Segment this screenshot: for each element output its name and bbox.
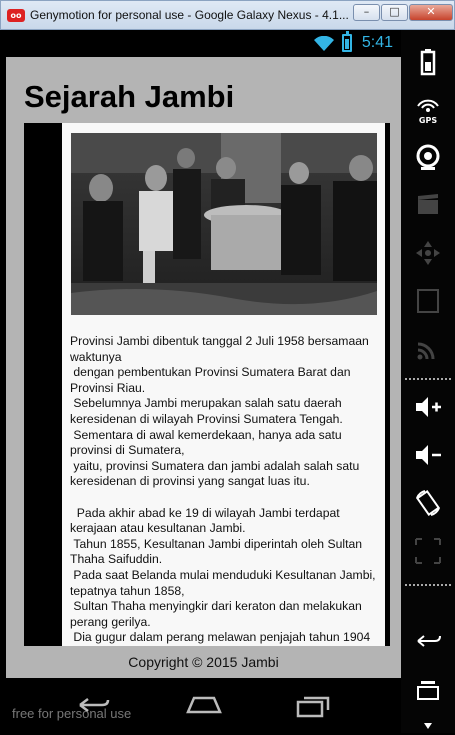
window-title: Genymotion for personal use - Google Gal… xyxy=(30,8,348,22)
minimize-button[interactable]: – xyxy=(353,4,380,21)
close-button[interactable]: ✕ xyxy=(409,4,453,21)
battery-widget-icon[interactable] xyxy=(411,48,445,82)
home-icon[interactable] xyxy=(184,692,224,718)
screencast-icon xyxy=(411,190,445,224)
android-menu-icon[interactable] xyxy=(411,674,445,708)
android-status-bar: 5:41 xyxy=(6,30,401,57)
page-title: Sejarah Jambi xyxy=(24,79,235,114)
scroll-down-icon[interactable] xyxy=(411,716,445,729)
toolbar-separator xyxy=(405,584,451,586)
recent-apps-icon[interactable] xyxy=(294,692,334,718)
cast-icon xyxy=(411,334,445,368)
rotate-screen-icon[interactable] xyxy=(411,488,445,522)
remote-control-icon xyxy=(411,238,445,272)
battery-icon xyxy=(342,31,352,52)
status-time: 5:41 xyxy=(361,34,393,51)
pixel-perfect-icon xyxy=(411,536,445,570)
android-back-icon[interactable] xyxy=(411,626,445,660)
volume-up-icon[interactable] xyxy=(411,392,445,426)
app-screen: Sejarah Jambi Provinsi Jambi dibentuk ta… xyxy=(6,57,401,678)
device-id-icon xyxy=(411,286,445,320)
footer-copyright: Copyright © 2015 Jambi xyxy=(6,646,401,678)
window-titlebar[interactable]: oo Genymotion for personal use - Google … xyxy=(0,0,455,30)
article-text: Provinsi Jambi dibentuk tanggal 2 Juli 1… xyxy=(70,334,376,645)
genymotion-toolbar: GPS xyxy=(401,30,455,733)
gps-icon[interactable]: GPS xyxy=(411,94,445,128)
genymotion-app-icon: oo xyxy=(7,9,25,22)
camera-icon[interactable] xyxy=(411,142,445,176)
scroll-content[interactable]: Provinsi Jambi dibentuk tanggal 2 Juli 1… xyxy=(62,123,385,678)
toolbar-separator xyxy=(405,378,451,380)
historical-photo xyxy=(71,133,377,315)
volume-down-icon[interactable] xyxy=(411,440,445,474)
maximize-button[interactable]: □ xyxy=(381,4,408,21)
content-frame: Provinsi Jambi dibentuk tanggal 2 Juli 1… xyxy=(24,123,390,678)
wifi-icon xyxy=(314,36,334,51)
watermark: free for personal use xyxy=(12,706,132,721)
gps-label: GPS xyxy=(418,116,438,125)
